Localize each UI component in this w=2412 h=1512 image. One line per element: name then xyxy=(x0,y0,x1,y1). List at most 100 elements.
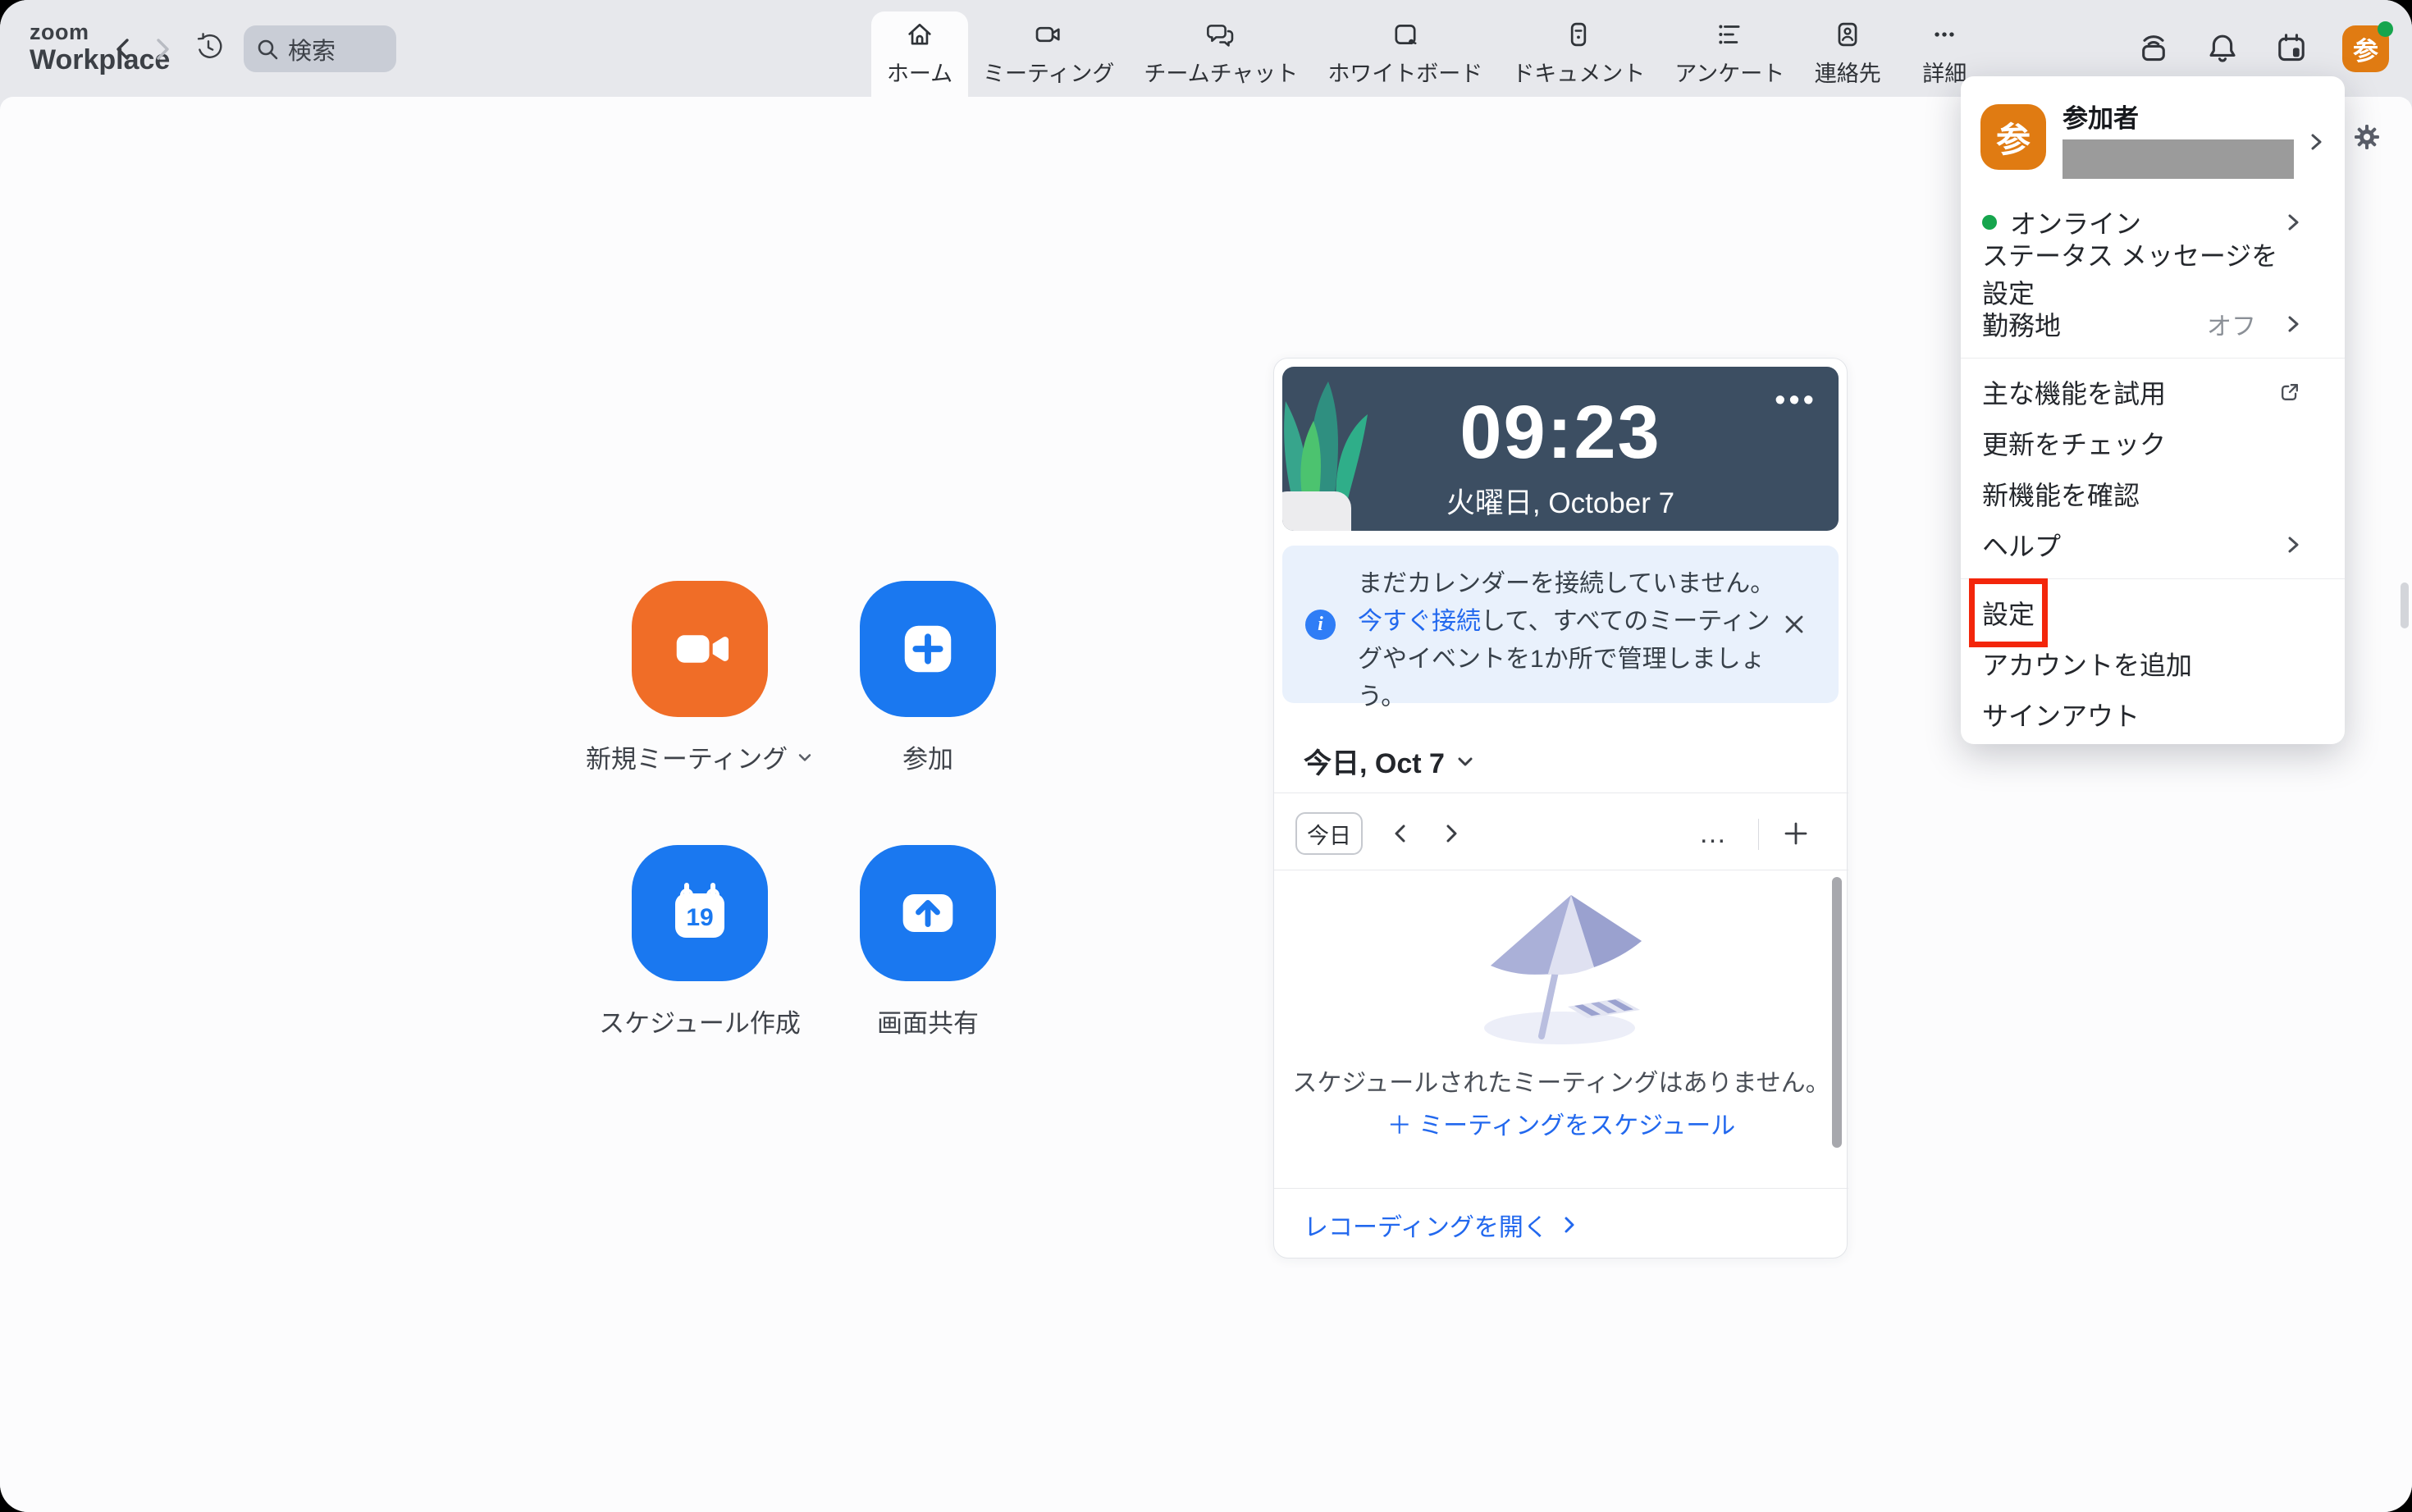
search-input[interactable]: 検索 xyxy=(244,25,396,72)
video-icon xyxy=(1033,18,1064,51)
chat-icon xyxy=(1205,18,1236,51)
tab-label: ホーム xyxy=(887,56,952,88)
connect-now-link[interactable]: 今すぐ接続 xyxy=(1358,608,1481,635)
join-button[interactable]: 参加 xyxy=(860,581,996,775)
quick-action-label: 画面共有 xyxy=(877,1003,979,1039)
menu-item-label: 新機能を確認 xyxy=(1982,475,2140,513)
tab-team-chat[interactable]: チームチャット xyxy=(1129,0,1313,97)
profile-name: 参加者 xyxy=(2063,106,2300,131)
menu-items: ステータス メッセージを設定勤務地 オフ主な機能を試用更新をチェック新機能を確認ヘ… xyxy=(1961,248,2345,740)
calendar-icon xyxy=(2273,30,2309,66)
menu-item-settings[interactable]: 設定 xyxy=(1961,587,2345,638)
tab-meetings[interactable]: ミーティング xyxy=(968,0,1129,97)
tab-label: ドキュメント xyxy=(1512,56,1645,88)
new-meeting-button[interactable]: 新規ミーティング xyxy=(632,581,768,775)
quick-action-label: 新規ミーティング xyxy=(586,738,814,775)
menu-item-add-account[interactable]: アカウントを追加 xyxy=(1961,638,2345,689)
menu-item-value: オフ xyxy=(2207,306,2256,342)
share-to-device-button[interactable] xyxy=(2136,30,2172,66)
tab-home[interactable]: ホーム xyxy=(871,11,968,97)
tab-label: ミーティング xyxy=(983,56,1114,88)
chevron-right-icon xyxy=(2284,210,2302,235)
profile-avatar-button[interactable]: 参 xyxy=(2342,25,2389,72)
meeting-list: スケジュールされたミーティングはありません。 ＋ ミーティングをスケジュール xyxy=(1274,870,1848,1189)
schedule-button[interactable]: 19スケジュール作成 xyxy=(632,845,768,1039)
calendar-19-icon: 19 xyxy=(632,845,768,981)
calendar-more-button[interactable]: … xyxy=(1697,817,1730,850)
chevron-right-icon xyxy=(2284,532,2302,557)
plus-icon: ＋ xyxy=(1387,1112,1412,1140)
tab-contacts[interactable]: 連絡先 xyxy=(1799,0,1896,97)
open-recordings-link[interactable]: レコーディングを開く xyxy=(1304,1207,1578,1243)
menu-divider xyxy=(1961,358,2345,359)
date-header[interactable]: 今日, Oct 7 xyxy=(1304,741,1476,781)
whiteboard-icon xyxy=(1390,18,1421,51)
avatar: 参 xyxy=(1980,104,2046,170)
app-window: zoom Workplace 検索 ホームミーティングチームチャットホワイトボー… xyxy=(0,0,2412,1512)
menu-item-check-updates[interactable]: 更新をチェック xyxy=(1961,418,2345,468)
chevron-left-icon xyxy=(118,40,127,58)
calendar-connect-banner: i まだカレンダーを接続していません。今すぐ接続して、すべてのミーティングやイベ… xyxy=(1282,546,1839,703)
arrow-up-square-icon xyxy=(860,845,996,981)
tab-whiteboard[interactable]: ホワイトボード xyxy=(1313,0,1497,97)
banner-text: まだカレンダーを接続していません。今すぐ接続して、すべてのミーティングやイベント… xyxy=(1358,565,1778,716)
profile-row[interactable]: 参 参加者 xyxy=(1961,104,2345,179)
banner-close-button[interactable] xyxy=(1778,608,1811,641)
profile-dropdown-menu: 参 参加者 オンライン ステータス メッセージを設定勤務地オフ主な機能を試用更新… xyxy=(1961,76,2345,744)
meetings-panel: ••• 09:23 火曜日, October 7 i まだカレンダーを接続してい… xyxy=(1273,358,1848,1258)
menu-item-label: サインアウト xyxy=(1982,696,2140,733)
back-button[interactable] xyxy=(108,33,138,66)
chevron-right-icon xyxy=(2284,312,2302,336)
menu-item-sign-out[interactable]: サインアウト xyxy=(1961,689,2345,740)
menu-item-whats-new[interactable]: 新機能を確認 xyxy=(1961,468,2345,519)
tab-label: ホワイトボード xyxy=(1327,56,1482,88)
menu-item-help[interactable]: ヘルプ xyxy=(1961,519,2345,570)
document-icon xyxy=(1563,18,1594,51)
chevron-down-icon[interactable] xyxy=(796,748,814,766)
menu-item-label: 勤務地 xyxy=(1982,305,2061,343)
close-icon xyxy=(1781,611,1807,637)
chevron-down-icon xyxy=(1455,751,1476,772)
menu-item-try-features[interactable]: 主な機能を試用 xyxy=(1961,367,2345,418)
prev-day-button[interactable] xyxy=(1384,817,1417,850)
share-screen-button[interactable]: 画面共有 xyxy=(860,845,996,1039)
chevron-right-icon xyxy=(1441,821,1461,846)
schedule-meeting-link[interactable]: ＋ ミーティングをスケジュール xyxy=(1274,1105,1848,1141)
bell-icon xyxy=(2204,30,2241,66)
quick-action-label: 参加 xyxy=(902,738,953,775)
today-button[interactable]: 今日 xyxy=(1295,812,1363,855)
camera-filled-icon xyxy=(632,581,768,717)
panel-scrollbar-thumb[interactable] xyxy=(1832,877,1842,1148)
umbrella-canopy xyxy=(1491,895,1642,975)
menu-item-label: ステータス メッセージを設定 xyxy=(1982,235,2302,311)
home-icon xyxy=(904,18,935,51)
history-button[interactable] xyxy=(194,31,223,64)
more-dots-icon xyxy=(1929,18,1960,51)
contact-icon xyxy=(1832,18,1863,51)
history-icon xyxy=(194,30,223,66)
gear-icon xyxy=(2353,123,2381,151)
add-meeting-button[interactable] xyxy=(1779,817,1812,850)
plus-icon xyxy=(1782,820,1810,847)
chevron-right-icon xyxy=(158,40,167,58)
tab-label: 詳細 xyxy=(1922,56,1967,88)
survey-icon xyxy=(1714,18,1745,51)
window-scrollbar-thumb[interactable] xyxy=(2401,582,2409,628)
tab-docs[interactable]: ドキュメント xyxy=(1497,0,1660,97)
search-placeholder: 検索 xyxy=(288,32,336,66)
redacted-account-name xyxy=(2063,139,2294,179)
clock-time: 09:23 xyxy=(1282,390,1839,476)
notifications-button[interactable] xyxy=(2204,30,2241,66)
menu-item-status-message[interactable]: ステータス メッセージを設定 xyxy=(1961,248,2345,299)
calendar-toolbar: 今日 … xyxy=(1274,799,1848,870)
next-day-button[interactable] xyxy=(1435,817,1468,850)
menu-divider xyxy=(1961,578,2345,579)
tab-surveys[interactable]: アンケート xyxy=(1660,0,1799,97)
avatar-initial: 参 xyxy=(2353,30,2378,67)
home-settings-gear-button[interactable] xyxy=(2353,123,2381,151)
open-recordings-label: レコーディングを開く xyxy=(1304,1207,1548,1243)
calendar-button[interactable] xyxy=(2273,30,2309,66)
clock-card: ••• 09:23 火曜日, October 7 xyxy=(1282,367,1839,531)
menu-item-label: ヘルプ xyxy=(1982,526,2061,564)
forward-button[interactable] xyxy=(148,33,177,66)
